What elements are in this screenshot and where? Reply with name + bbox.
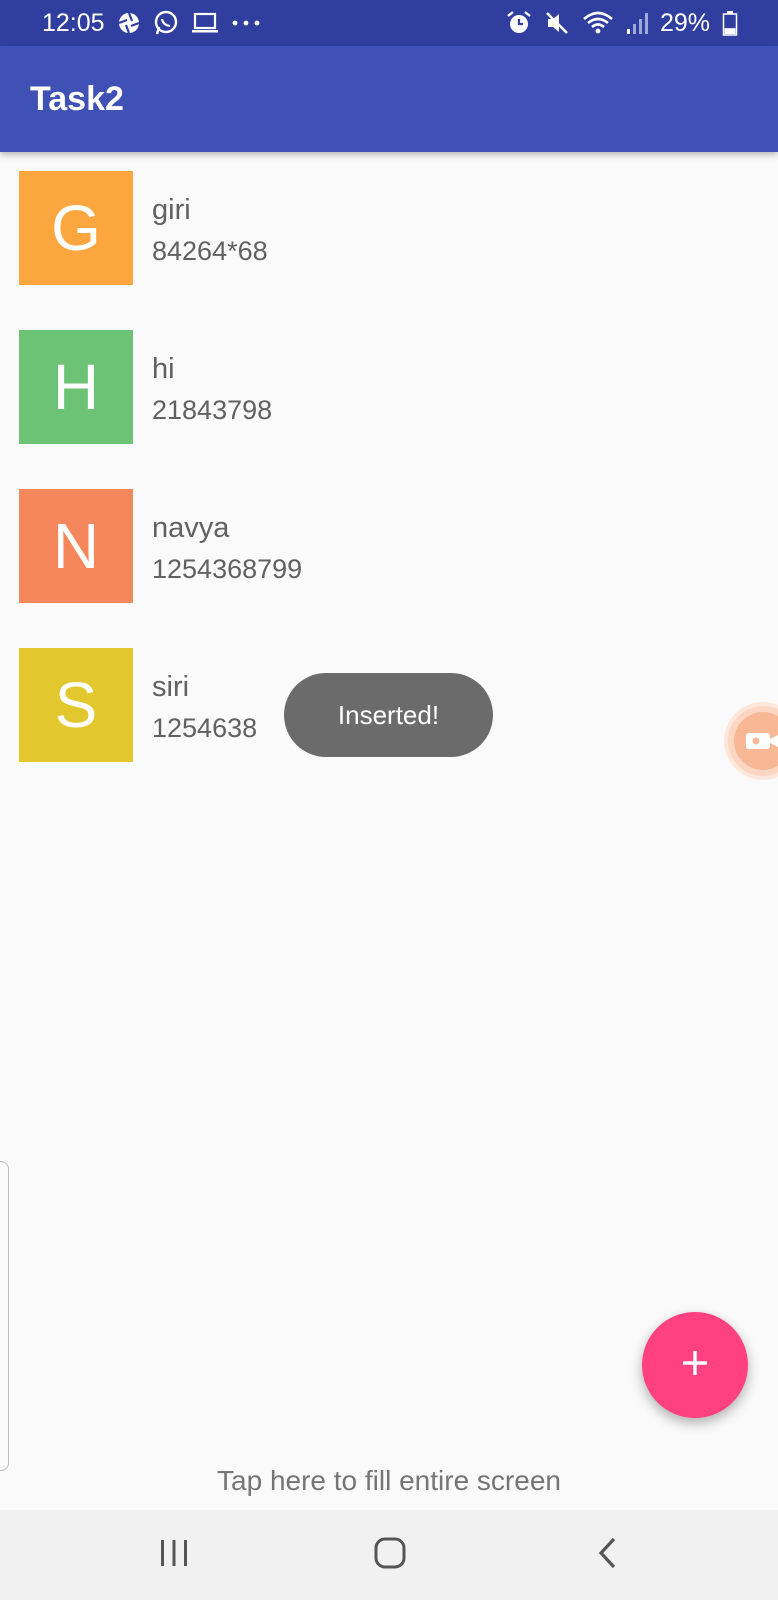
app-title: Task2: [30, 79, 124, 118]
plus-icon: [680, 1348, 710, 1383]
list-item[interactable]: N navya 1254368799: [0, 470, 778, 620]
edge-panel-handle[interactable]: [0, 1161, 9, 1471]
status-bar: 12:05 29%: [0, 0, 778, 46]
alarm-icon: [506, 10, 532, 36]
recents-button[interactable]: [144, 1528, 204, 1582]
list-item[interactable]: H hi 21843798: [0, 311, 778, 461]
contact-name: navya: [152, 512, 230, 544]
list-item[interactable]: G giri 84264*68: [0, 152, 778, 302]
whatsapp-icon: [153, 10, 179, 36]
avatar: H: [19, 330, 133, 444]
contact-phone: 1254368799: [152, 554, 303, 584]
back-button[interactable]: [578, 1528, 638, 1582]
toast-message: Inserted!: [284, 673, 493, 757]
back-icon: [596, 1536, 620, 1575]
recents-icon: [158, 1538, 190, 1573]
contact-phone: 84264*68: [152, 236, 268, 266]
avatar: S: [19, 648, 133, 762]
avatar: N: [19, 489, 133, 603]
contact-name: giri: [152, 194, 191, 226]
home-button[interactable]: [360, 1528, 420, 1582]
video-camera-icon: [734, 712, 778, 770]
more-dots-icon: [231, 18, 261, 28]
contact-name: siri: [152, 671, 190, 703]
status-left: 12:05: [42, 9, 261, 38]
battery-percentage: 29%: [659, 8, 710, 37]
status-time: 12:05: [42, 8, 105, 37]
contact-phone: 1254638: [152, 713, 258, 743]
status-right: 29%: [506, 9, 738, 38]
avatar: G: [19, 171, 133, 285]
app-bar: Task2: [0, 46, 778, 152]
mute-icon: [544, 10, 570, 36]
laptop-icon: [191, 11, 219, 35]
fill-screen-hint[interactable]: Tap here to fill entire screen: [0, 1458, 778, 1504]
wifi-icon: [582, 10, 614, 36]
signal-icon: [626, 11, 648, 35]
aperture-icon: [117, 11, 141, 35]
contact-phone: 21843798: [152, 395, 273, 425]
home-icon: [373, 1536, 407, 1575]
contact-name: hi: [152, 353, 175, 385]
add-contact-button[interactable]: [642, 1312, 748, 1418]
navigation-bar: [0, 1510, 778, 1600]
battery-icon: [722, 10, 738, 36]
